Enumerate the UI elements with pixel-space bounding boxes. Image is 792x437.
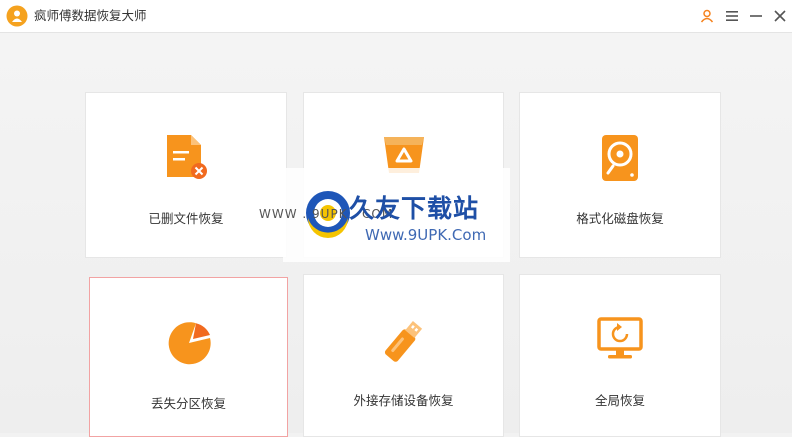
watermark-brand: 久友下载站 [349, 194, 480, 223]
usb-drive-icon [384, 321, 422, 362]
card-label: 外接存储设备恢复 [353, 393, 454, 408]
watermark-overlay: WWW . 9UPK . COM 久友下载站 Www.9UPK.Com [259, 168, 510, 262]
watermark-url: Www.9UPK.Com [365, 226, 487, 244]
formatted-disk-icon [602, 135, 638, 181]
card-label: 已删文件恢复 [148, 211, 224, 226]
title-bar: 疯师傅数据恢复大师 [0, 0, 792, 33]
card-global-recovery[interactable]: 全局恢复 [519, 274, 721, 437]
monitor-restore-icon [597, 317, 643, 359]
card-deleted-file-recovery[interactable]: 已删文件恢复 [85, 92, 287, 258]
card-label: 丢失分区恢复 [150, 396, 226, 411]
card-external-storage-recovery[interactable]: 外接存储设备恢复 [303, 274, 504, 437]
pie-partition-icon [168, 322, 211, 365]
menu-icon[interactable] [722, 6, 742, 26]
user-icon[interactable] [697, 6, 717, 26]
card-label: 全局恢复 [594, 393, 645, 408]
app-logo-icon [6, 5, 28, 27]
close-icon[interactable] [770, 6, 790, 26]
minimize-icon[interactable] [746, 6, 766, 26]
deleted-file-icon [167, 135, 207, 179]
card-label: 格式化磁盘恢复 [576, 211, 664, 226]
window-title: 疯师傅数据恢复大师 [34, 8, 147, 23]
card-formatted-disk-recovery[interactable]: 格式化磁盘恢复 [519, 92, 721, 258]
card-lost-partition-recovery[interactable]: 丢失分区恢复 [89, 277, 288, 437]
